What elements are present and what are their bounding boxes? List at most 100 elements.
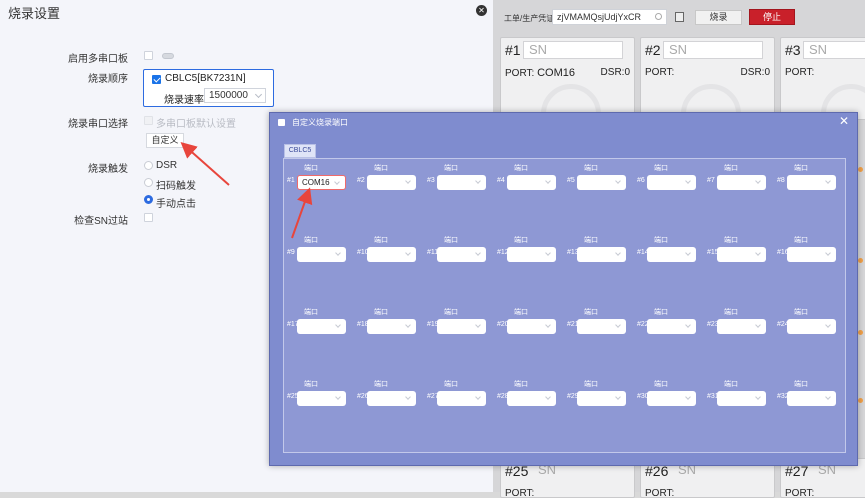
port-select[interactable]: [577, 175, 626, 190]
port-caption: 端口: [794, 165, 808, 172]
chevron-down-icon: [335, 250, 341, 256]
chevron-down-icon: [755, 322, 761, 328]
chevron-down-icon: [405, 394, 411, 400]
port-select[interactable]: [717, 247, 766, 262]
port-select[interactable]: [717, 319, 766, 334]
chevron-down-icon: [755, 250, 761, 256]
sn-filter-checkbox[interactable]: [144, 213, 153, 222]
chevron-down-icon: [685, 322, 691, 328]
port-select[interactable]: [297, 247, 346, 262]
card-port-label: PORT:: [785, 488, 815, 498]
chevron-down-icon: [545, 394, 551, 400]
port-select[interactable]: [367, 247, 416, 262]
burn-rate-select[interactable]: 1500000: [204, 88, 266, 103]
chevron-down-icon: [335, 322, 341, 328]
port-select[interactable]: [367, 319, 416, 334]
chevron-down-icon: [405, 178, 411, 184]
port-caption: 端口: [724, 165, 738, 172]
document-icon[interactable]: [675, 12, 684, 22]
port-select[interactable]: [577, 391, 626, 406]
workorder-input[interactable]: zjVMAMQsjUdjYxCR: [552, 9, 667, 25]
port-select[interactable]: [647, 391, 696, 406]
port-caption: 端口: [304, 309, 318, 316]
card-sn-input[interactable]: SN: [523, 41, 623, 59]
card-sn-input[interactable]: SN: [663, 41, 763, 59]
chevron-down-icon: [545, 250, 551, 256]
burn-button[interactable]: 烧录: [695, 10, 742, 25]
port-select[interactable]: [437, 247, 486, 262]
trigger-option-scan: 扫码触发: [156, 181, 196, 192]
multi-default-checkbox[interactable]: [144, 116, 153, 125]
port-select[interactable]: [367, 391, 416, 406]
workorder-label: 工单/生产凭证: [504, 14, 555, 23]
port-caption: 端口: [444, 237, 458, 244]
port-select[interactable]: [717, 391, 766, 406]
port-select[interactable]: [787, 319, 836, 334]
port-select[interactable]: [297, 391, 346, 406]
trigger-radio-scan[interactable]: [144, 178, 153, 187]
chevron-down-icon: [615, 250, 621, 256]
port-select[interactable]: [507, 247, 556, 262]
port-select[interactable]: [787, 247, 836, 262]
port-select[interactable]: [297, 319, 346, 334]
port-select[interactable]: [507, 391, 556, 406]
port-caption: 端口: [654, 165, 668, 172]
port-select[interactable]: [577, 247, 626, 262]
tab-cblc5[interactable]: CBLC5: [284, 144, 316, 158]
sn-filter-label: 检查SN过站: [74, 216, 128, 227]
chevron-down-icon: [615, 178, 621, 184]
chevron-down-icon: [685, 178, 691, 184]
chevron-down-icon: [254, 90, 263, 99]
port-caption: 端口: [514, 165, 528, 172]
port-caption: 端口: [514, 381, 528, 388]
port-select[interactable]: [437, 391, 486, 406]
close-icon[interactable]: ✕: [839, 114, 849, 128]
chevron-down-icon: [755, 178, 761, 184]
multi-serial-checkbox[interactable]: [144, 51, 153, 60]
port-select[interactable]: [717, 175, 766, 190]
port-select[interactable]: [507, 175, 556, 190]
trigger-option-manual: 手动点击: [156, 199, 196, 210]
trigger-radio-manual[interactable]: [144, 195, 153, 204]
port-caption: 端口: [794, 237, 808, 244]
chevron-down-icon: [475, 322, 481, 328]
chevron-down-icon: [825, 250, 831, 256]
port-select[interactable]: [507, 319, 556, 334]
trigger-radio-dsr[interactable]: [144, 161, 153, 170]
port-select[interactable]: [437, 319, 486, 334]
chevron-down-icon: [685, 250, 691, 256]
card-sn-input[interactable]: SN: [803, 41, 865, 59]
multi-serial-toggle[interactable]: [162, 53, 174, 59]
card-port-label: PORT:: [645, 488, 675, 498]
close-icon[interactable]: ✕: [476, 5, 487, 16]
port-select[interactable]: COM16: [297, 175, 346, 190]
port-caption: 端口: [654, 309, 668, 316]
port-caption: 端口: [794, 309, 808, 316]
port-number: #3: [427, 177, 435, 184]
chevron-down-icon: [615, 322, 621, 328]
port-select[interactable]: [437, 175, 486, 190]
burn-order-item-label: CBLC5[BK7231N]: [165, 73, 246, 84]
chevron-down-icon: [615, 394, 621, 400]
card-dsr: DSR:0: [600, 67, 630, 78]
port-select[interactable]: [647, 247, 696, 262]
port-caption: 端口: [514, 237, 528, 244]
port-number: #8: [777, 177, 785, 184]
device-card: #2 SN PORT: DSR:0: [640, 37, 775, 120]
stop-button[interactable]: 停止: [749, 9, 795, 25]
port-caption: 端口: [584, 165, 598, 172]
chevron-down-icon: [825, 178, 831, 184]
card-number: #2: [645, 42, 661, 58]
multi-default-label: 多串口板默认设置: [156, 119, 236, 130]
custom-button[interactable]: 自定义: [146, 133, 184, 148]
port-select[interactable]: [647, 319, 696, 334]
port-select[interactable]: [367, 175, 416, 190]
search-icon[interactable]: [655, 13, 662, 20]
card-port-label: PORT:: [645, 67, 675, 78]
port-select[interactable]: [577, 319, 626, 334]
burn-order-item-checkbox[interactable]: [152, 75, 161, 84]
port-select[interactable]: [647, 175, 696, 190]
port-select[interactable]: [787, 391, 836, 406]
port-select[interactable]: [787, 175, 836, 190]
port-caption: 端口: [794, 381, 808, 388]
